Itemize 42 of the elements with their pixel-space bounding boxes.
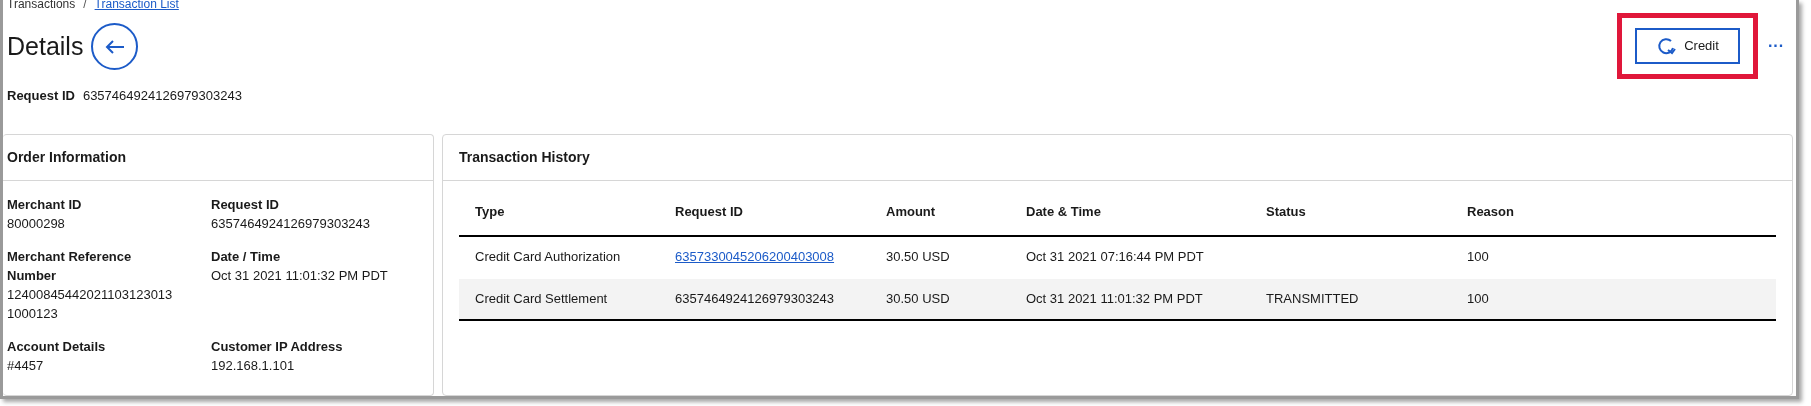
table-cell: Credit Card Settlement — [475, 290, 608, 306]
refresh-icon — [1656, 37, 1677, 55]
field-value: 192.168.1.101 — [211, 356, 296, 375]
request-id-link[interactable]: 6357330045206200403008 — [675, 249, 835, 265]
breadcrumb-link[interactable]: Transaction List — [94, 0, 179, 11]
page-title: Details — [7, 30, 84, 62]
field-value: 12400845442021103123013 1000123 — [7, 285, 174, 323]
request-id-value: 6357464924126979303243 — [82, 87, 242, 105]
field-label: Merchant ID — [7, 195, 83, 214]
breadcrumb-item: Transactions — [7, 0, 76, 11]
table-cell: TRANSMITTED — [1266, 290, 1359, 306]
column-header: Reason — [1467, 203, 1514, 219]
column-header: Date & Time — [1026, 203, 1101, 219]
table-cell: 30.50 USD — [886, 249, 950, 265]
field-value: Oct 31 2021 11:01:32 PM PDT — [211, 266, 389, 285]
column-header: Status — [1266, 203, 1306, 219]
field-label: Request ID — [211, 195, 280, 214]
field-label: Customer IP Address — [211, 337, 344, 356]
more-button[interactable]: ··· — [1768, 34, 1784, 58]
field-label: Date / Time — [211, 247, 282, 266]
field-label: Account Details — [7, 337, 107, 356]
field-value: 6357464924126979303243 — [211, 214, 372, 233]
request-id-label: Request ID — [7, 87, 75, 105]
field-value: 80000298 — [7, 214, 66, 233]
column-header: Amount — [886, 203, 936, 219]
table-cell: 6357464924126979303243 — [675, 290, 835, 306]
back-button[interactable] — [91, 23, 139, 70]
panel-title: Order Information — [7, 147, 126, 167]
table-cell: 100 — [1467, 249, 1489, 265]
table-cell: Oct 31 2021 07:16:44 PM PDT — [1026, 249, 1204, 265]
field-value: #4457 — [7, 356, 45, 375]
column-header: Type — [475, 203, 505, 219]
table-cell: Credit Card Authorization — [475, 249, 621, 265]
table-cell: 100 — [1467, 290, 1489, 306]
back-arrow-icon — [104, 38, 125, 55]
table-cell: 30.50 USD — [886, 290, 950, 306]
field-label: Merchant Reference Number — [7, 247, 133, 285]
breadcrumb-separator: / — [83, 0, 87, 11]
panel-title: Transaction History — [459, 147, 590, 167]
column-header: Request ID — [675, 203, 743, 219]
credit-button[interactable]: Credit — [1635, 28, 1740, 64]
table-cell: Oct 31 2021 11:01:32 PM PDT — [1026, 290, 1203, 306]
